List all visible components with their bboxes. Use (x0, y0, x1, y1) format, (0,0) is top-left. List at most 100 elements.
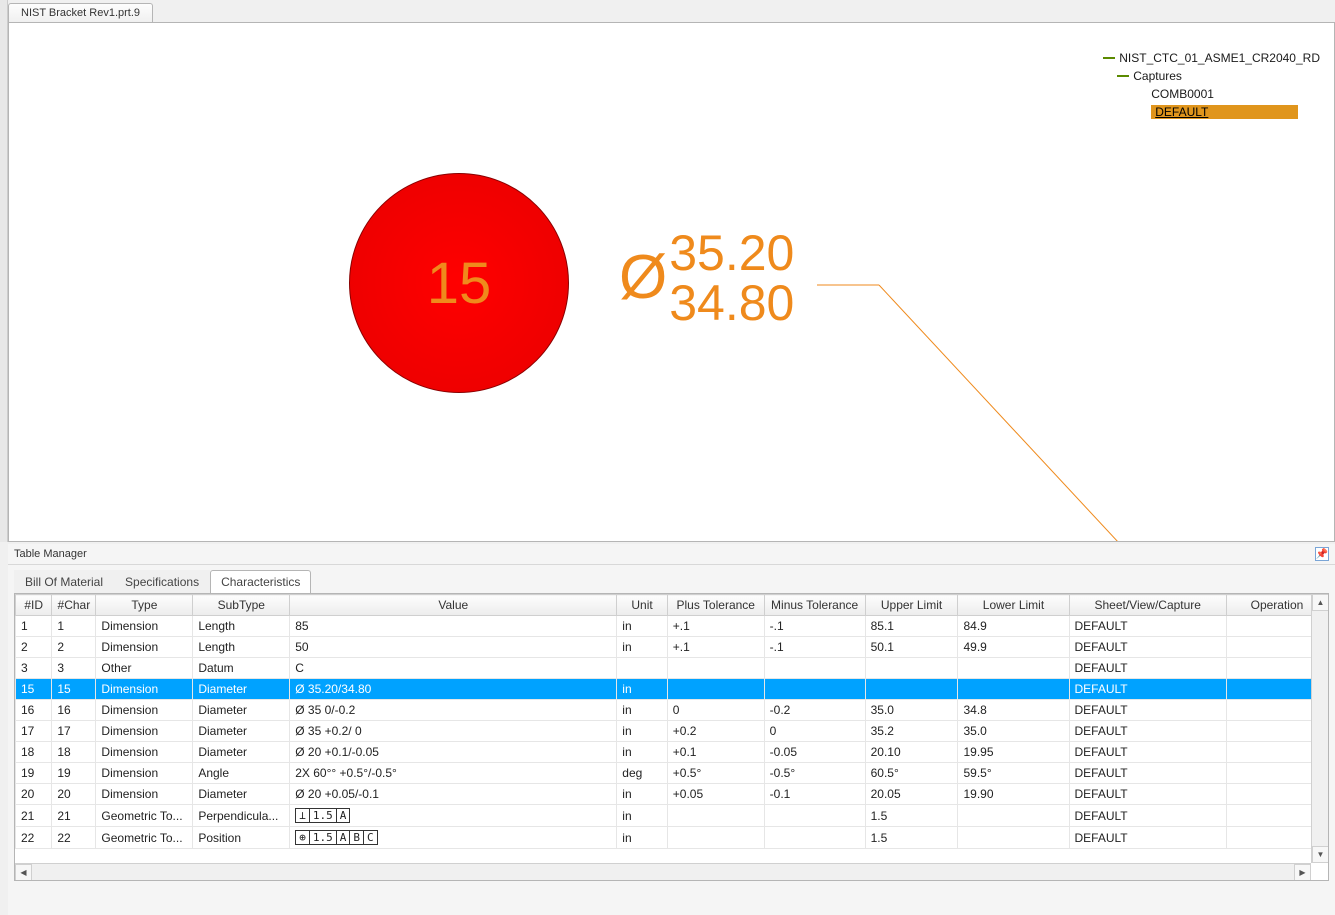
table-cell: Ø 35 0/-0.2 (290, 700, 617, 721)
column-header[interactable]: #Char (52, 595, 96, 616)
table-row[interactable]: 1717DimensionDiameterØ 35 +0.2/ 0in+0.20… (16, 721, 1328, 742)
table-cell: DEFAULT (1069, 616, 1226, 637)
table-cell: in (617, 616, 667, 637)
table-cell (865, 679, 958, 700)
tree-root[interactable]: NIST_CTC_01_ASME1_CR2040_RD (1099, 49, 1324, 67)
column-header[interactable]: Type (96, 595, 193, 616)
tree-item-default[interactable]: DEFAULT (1099, 103, 1324, 121)
pin-icon[interactable]: 📌 (1315, 547, 1329, 561)
vertical-scrollbar[interactable]: ▲ ▼ (1311, 594, 1328, 863)
table-row[interactable]: 33OtherDatumCDEFAULT (16, 658, 1328, 679)
table-cell: DEFAULT (1069, 637, 1226, 658)
tab-bill-of-material[interactable]: Bill Of Material (14, 570, 114, 593)
capture-tree: NIST_CTC_01_ASME1_CR2040_RD Captures COM… (1099, 49, 1324, 121)
table-cell: 85.1 (865, 616, 958, 637)
tree-captures-label: Captures (1133, 69, 1182, 83)
horizontal-scrollbar[interactable]: ◀ ▶ (15, 863, 1311, 880)
table-cell: 49.9 (958, 637, 1069, 658)
table-cell: Geometric To... (96, 805, 193, 827)
table-cell: Diameter (193, 679, 290, 700)
table-cell: 1 (52, 616, 96, 637)
table-cell: 35.0 (865, 700, 958, 721)
table-cell: Ø 20 +0.1/-0.05 (290, 742, 617, 763)
tab-specifications[interactable]: Specifications (114, 570, 210, 593)
table-row[interactable]: 2222Geometric To...Position⊕1.5ABCin1.5D… (16, 827, 1328, 849)
table-cell: 20.10 (865, 742, 958, 763)
table-cell (958, 805, 1069, 827)
table-cell: 2 (52, 637, 96, 658)
column-header[interactable]: SubType (193, 595, 290, 616)
table-cell: 20 (16, 784, 52, 805)
table-row[interactable]: 1919DimensionAngle2X 60°° +0.5°/-0.5°deg… (16, 763, 1328, 784)
column-header[interactable]: Upper Limit (865, 595, 958, 616)
table-row[interactable]: 1818DimensionDiameterØ 20 +0.1/-0.05in+0… (16, 742, 1328, 763)
table-cell: 35.2 (865, 721, 958, 742)
scroll-up-icon[interactable]: ▲ (1312, 594, 1329, 611)
table-cell: DEFAULT (1069, 658, 1226, 679)
table-cell (764, 658, 865, 679)
scroll-left-icon[interactable]: ◀ (15, 864, 32, 881)
table-cell: -0.1 (764, 784, 865, 805)
table-row[interactable]: 11DimensionLength85in+.1-.185.184.9DEFAU… (16, 616, 1328, 637)
tree-dash-icon (1103, 57, 1115, 59)
table-cell: DEFAULT (1069, 784, 1226, 805)
panel-header: Table Manager 📌 (8, 544, 1335, 565)
column-header[interactable]: #ID (16, 595, 52, 616)
table-cell (764, 679, 865, 700)
table-cell: 20.05 (865, 784, 958, 805)
column-header[interactable]: Plus Tolerance (667, 595, 764, 616)
gdt-feature-control-frame: ⊕1.5ABC (295, 830, 377, 845)
tree-leaf-label: COMB0001 (1151, 87, 1214, 101)
dimension-upper: 35.20 (669, 228, 794, 278)
table-cell: 60.5° (865, 763, 958, 784)
table-cell: +0.5° (667, 763, 764, 784)
model-viewport[interactable]: 15 Ø 35.20 34.80 NIST_CTC_01_ASME1_CR204… (8, 22, 1335, 542)
table-cell: DEFAULT (1069, 805, 1226, 827)
table-cell: 17 (52, 721, 96, 742)
table-cell: C (290, 658, 617, 679)
scroll-down-icon[interactable]: ▼ (1312, 846, 1329, 863)
table-cell: +0.05 (667, 784, 764, 805)
dimension-annotation[interactable]: Ø 35.20 34.80 (619, 228, 794, 328)
tree-item-comb0001[interactable]: COMB0001 (1099, 85, 1324, 103)
document-tab[interactable]: NIST Bracket Rev1.prt.9 (8, 3, 153, 22)
table-cell (667, 805, 764, 827)
table-row[interactable]: 2121Geometric To...Perpendicula...⊥1.5Ai… (16, 805, 1328, 827)
diameter-symbol-icon: Ø (619, 247, 667, 309)
table-row[interactable]: 1616DimensionDiameterØ 35 0/-0.2in0-0.23… (16, 700, 1328, 721)
table-cell: 0 (667, 700, 764, 721)
table-row[interactable]: 2020DimensionDiameterØ 20 +0.05/-0.1in+0… (16, 784, 1328, 805)
table-cell: Dimension (96, 784, 193, 805)
table-cell: ⊕1.5ABC (290, 827, 617, 849)
table-cell: Dimension (96, 637, 193, 658)
table-cell: 85 (290, 616, 617, 637)
left-gutter (0, 0, 8, 542)
column-header[interactable]: Lower Limit (958, 595, 1069, 616)
table-cell: Ø 20 +0.05/-0.1 (290, 784, 617, 805)
tab-characteristics[interactable]: Characteristics (210, 570, 311, 594)
table-row[interactable]: 1515DimensionDiameterØ 35.20/34.80inDEFA… (16, 679, 1328, 700)
table-cell: 17 (16, 721, 52, 742)
column-header[interactable]: Minus Tolerance (764, 595, 865, 616)
table-cell: Other (96, 658, 193, 679)
table-cell: 18 (16, 742, 52, 763)
column-header[interactable]: Sheet/View/Capture (1069, 595, 1226, 616)
table-cell: -0.05 (764, 742, 865, 763)
table-cell: Perpendicula... (193, 805, 290, 827)
table-cell: ⊥1.5A (290, 805, 617, 827)
table-cell: DEFAULT (1069, 742, 1226, 763)
table-cell: Dimension (96, 721, 193, 742)
tree-captures[interactable]: Captures (1099, 67, 1324, 85)
column-header[interactable]: Unit (617, 595, 667, 616)
table-cell: Position (193, 827, 290, 849)
table-cell: -0.2 (764, 700, 865, 721)
tree-dash-icon (1117, 75, 1129, 77)
scroll-right-icon[interactable]: ▶ (1294, 864, 1311, 881)
table-cell: Dimension (96, 700, 193, 721)
table-row[interactable]: 22DimensionLength50in+.1-.150.149.9DEFAU… (16, 637, 1328, 658)
table-cell: 3 (52, 658, 96, 679)
characteristic-balloon[interactable]: 15 (349, 173, 569, 393)
table-cell: Dimension (96, 742, 193, 763)
table-cell: Ø 35.20/34.80 (290, 679, 617, 700)
column-header[interactable]: Value (290, 595, 617, 616)
